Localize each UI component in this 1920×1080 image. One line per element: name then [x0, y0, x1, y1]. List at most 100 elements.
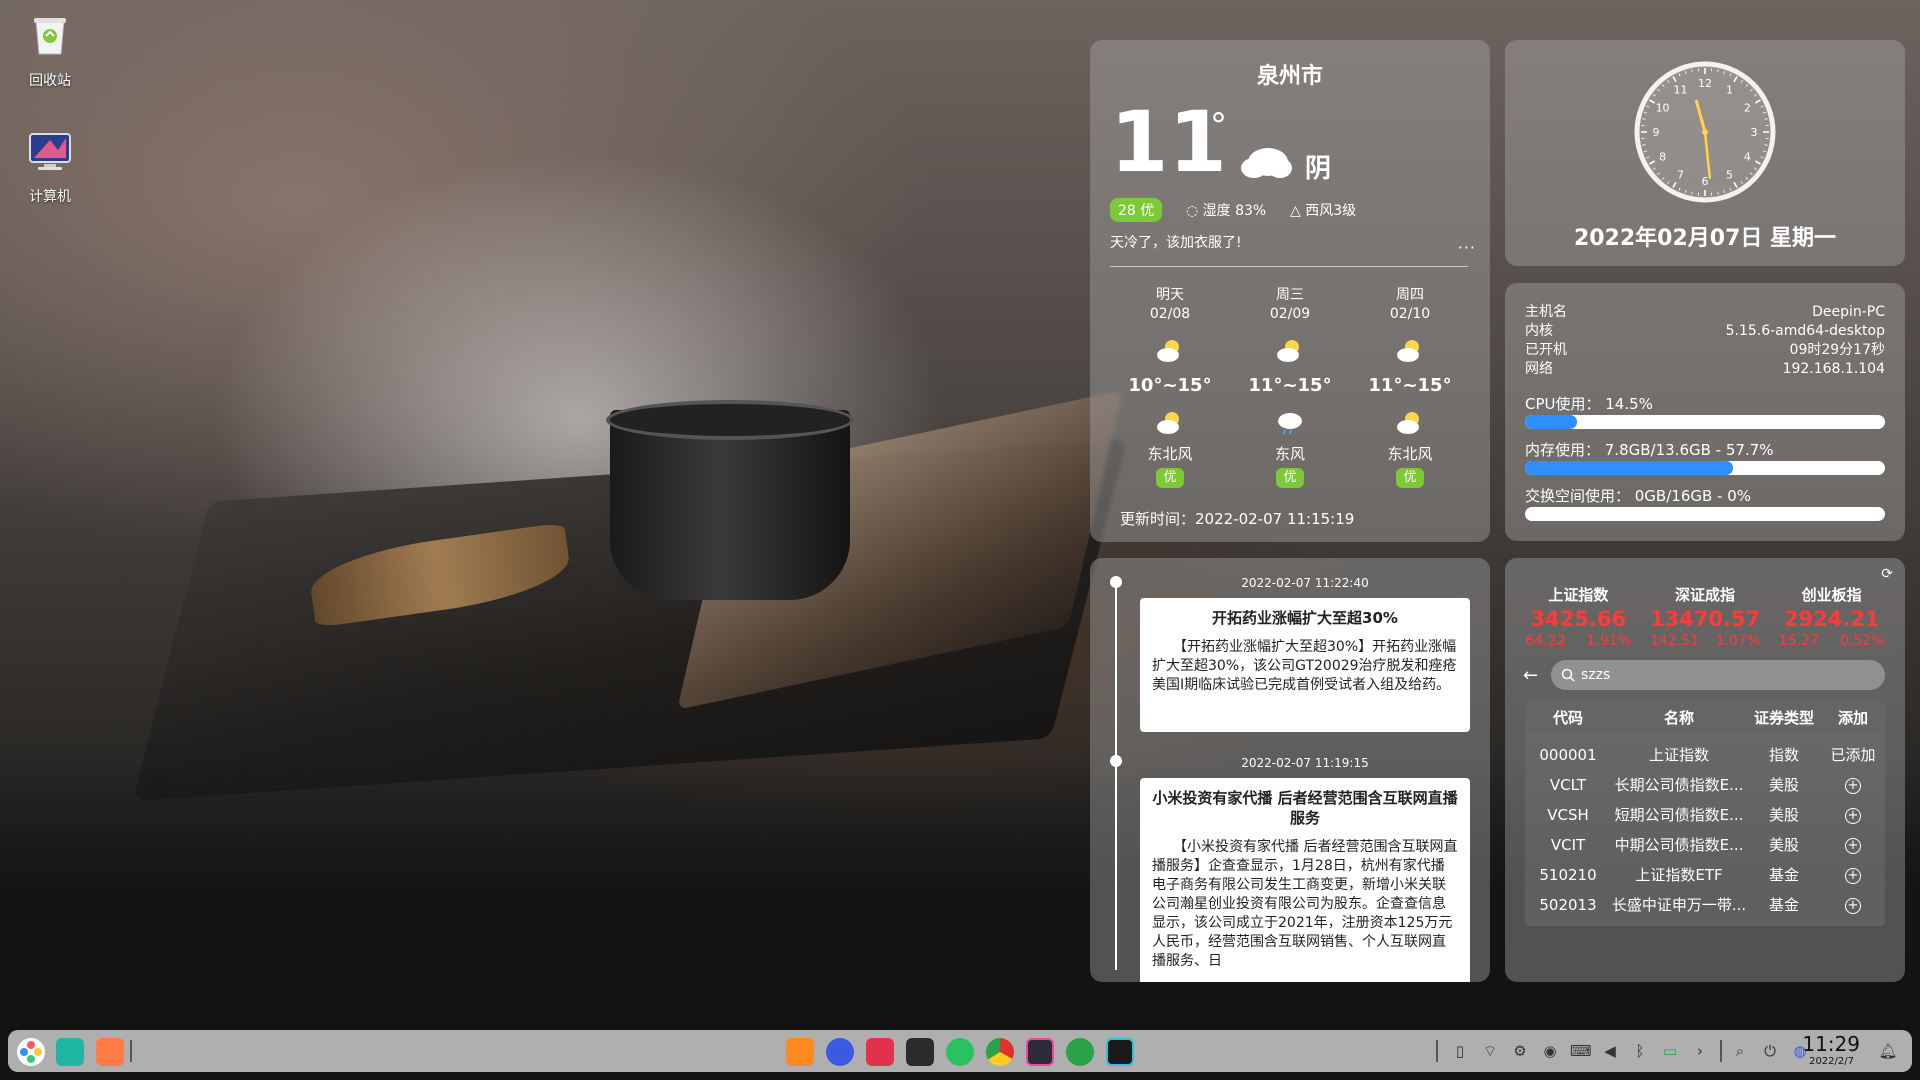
- add-icon[interactable]: +: [1845, 897, 1861, 914]
- news-time: 2022-02-07 11:22:40: [1241, 576, 1369, 590]
- weather-aqi-badge: 28 优: [1110, 198, 1163, 222]
- stock-type: 美股: [1768, 776, 1799, 794]
- weather-update-time: 更新时间：2022-02-07 11:15:19: [1120, 510, 1355, 528]
- stock-index-percent: 1.91%: [1586, 633, 1632, 649]
- vpn-icon[interactable]: ⚙: [1510, 1041, 1530, 1061]
- table-row[interactable]: 502013 长盛中证申万一带... 基金 +: [1525, 890, 1885, 920]
- news-body: 【开拓药业涨幅扩大至超30%】开拓药业涨幅扩大至超30%，该公司GT20029治…: [1152, 639, 1457, 693]
- stock-code: VCLT: [1549, 776, 1587, 794]
- battery-icon[interactable]: ▭: [1660, 1041, 1680, 1061]
- wechat-tray-icon[interactable]: ◉: [1540, 1041, 1560, 1061]
- taskbar-separator: [1720, 1040, 1722, 1062]
- add-icon[interactable]: +: [1845, 837, 1861, 854]
- stock-index[interactable]: 深证成指 13470.57 142.51 1.07%: [1642, 584, 1769, 649]
- weather-more-button[interactable]: ···: [1458, 238, 1476, 257]
- terminal-icon[interactable]: [866, 1038, 894, 1066]
- settings-gear-icon[interactable]: [826, 1038, 854, 1066]
- sysinfo-uptime-row: 已开机 09时29分17秒: [1525, 341, 1885, 359]
- clock-number: 8: [1659, 151, 1666, 164]
- taskbar-separator: [1436, 1040, 1438, 1062]
- table-row[interactable]: VCSH 短期公司债指数E... 美股 +: [1525, 800, 1885, 830]
- intellij-idea-icon[interactable]: [1026, 1038, 1054, 1066]
- sysinfo-network-row: 网络 192.168.1.104: [1525, 360, 1885, 378]
- stock-search-input[interactable]: [1581, 667, 1781, 683]
- desktop-icon-computer[interactable]: 计算机: [0, 130, 100, 206]
- forecast-day-name: 周四: [1396, 287, 1424, 303]
- multitask-view-icon[interactable]: [96, 1038, 124, 1066]
- wifi-icon[interactable]: ⌔: [1480, 1041, 1500, 1061]
- news-card[interactable]: 开拓药业涨幅扩大至超30% 【开拓药业涨幅扩大至超30%】开拓药业涨幅扩大至超3…: [1140, 598, 1470, 732]
- clock-number: 1: [1726, 84, 1733, 97]
- forecast-day-name: 周三: [1276, 287, 1304, 303]
- search-tray-icon[interactable]: ⌕: [1730, 1041, 1750, 1061]
- system-monitor-icon[interactable]: [906, 1038, 934, 1066]
- stock-name: 中期公司债指数E...: [1614, 836, 1744, 854]
- clock-widget: 12 1 2 3 4 5 6 7 8 9 10 11 2022年02月07日 星期一: [1505, 40, 1905, 266]
- launcher-icon[interactable]: [16, 1037, 46, 1067]
- desktop-icon-label: 回收站: [29, 73, 71, 89]
- forecast-day-date: 02/09: [1269, 306, 1311, 322]
- stock-type: 美股: [1768, 836, 1799, 854]
- table-row[interactable]: 510210 上证指数ETF 基金 +: [1525, 860, 1885, 890]
- wind-direction-icon: △: [1290, 203, 1301, 219]
- stock-index-name: 深证成指: [1675, 586, 1736, 604]
- add-icon[interactable]: +: [1845, 867, 1861, 884]
- stock-code: VCIT: [1550, 836, 1586, 854]
- notification-bell-icon[interactable]: 🔔︎: [1878, 1041, 1898, 1061]
- volume-icon[interactable]: ◀: [1600, 1041, 1620, 1061]
- clock-number: 4: [1744, 151, 1751, 164]
- sysinfo-hostname-row: 主机名 Deepin-PC: [1525, 303, 1885, 321]
- refresh-icon[interactable]: ⟳: [1881, 566, 1893, 582]
- partly-sunny-icon: [1157, 412, 1179, 434]
- stock-name: 上证指数: [1648, 746, 1709, 764]
- table-row[interactable]: VCIT 中期公司债指数E... 美股 +: [1525, 830, 1885, 860]
- back-arrow-icon[interactable]: ←: [1523, 665, 1551, 686]
- stock-index-change: 64.22: [1525, 633, 1566, 649]
- column-header-name: 名称: [1663, 709, 1694, 727]
- news-card[interactable]: 小米投资有家代播 后者经营范围含互联网直播服务 【小米投资有家代播 后者经营范围…: [1140, 778, 1470, 982]
- add-icon[interactable]: +: [1845, 807, 1861, 824]
- stock-index[interactable]: 上证指数 3425.66 64.22 1.91%: [1515, 584, 1642, 649]
- taskbar-clock-time[interactable]: 11:29: [1802, 1032, 1860, 1056]
- wechat-icon[interactable]: [946, 1038, 974, 1066]
- stock-type: 指数: [1768, 746, 1799, 764]
- desktop-show-icon[interactable]: ▯: [1450, 1041, 1470, 1061]
- app-store-icon[interactable]: [786, 1038, 814, 1066]
- stock-index-name: 上证指数: [1548, 586, 1609, 604]
- webstorm-icon[interactable]: [1106, 1038, 1134, 1066]
- desktop-icon-trash[interactable]: 回收站: [0, 14, 100, 90]
- stock-code: VCSH: [1547, 806, 1589, 824]
- table-row[interactable]: VCLT 长期公司债指数E... 美股 +: [1525, 770, 1885, 800]
- forecast-day-aqi: 优: [1276, 468, 1304, 488]
- stock-search-box[interactable]: [1551, 660, 1885, 690]
- file-manager-icon[interactable]: [56, 1038, 84, 1066]
- add-icon[interactable]: +: [1845, 777, 1861, 794]
- table-row[interactable]: 000001 上证指数 指数 已添加: [1525, 740, 1885, 770]
- stock-index[interactable]: 创业板指 2924.21 15.27 0.52%: [1768, 584, 1895, 649]
- stock-name: 上证指数ETF: [1635, 866, 1723, 884]
- weather-condition: 阴: [1305, 154, 1332, 184]
- stock-index-change: 15.27: [1778, 633, 1819, 649]
- stock-type: 基金: [1768, 896, 1799, 914]
- computer-icon: [29, 133, 71, 170]
- news-timeline-dot: [1110, 576, 1122, 588]
- stock-type: 美股: [1768, 806, 1799, 824]
- forecast-day: 周四 02/10 11°~15° 东北风 优: [1350, 284, 1470, 488]
- memory-usage-bar: [1525, 461, 1885, 475]
- taskbar-clock-date[interactable]: 2022/2/7: [1809, 1056, 1854, 1067]
- weather-forecast: 明天 02/08 10°~15° 东北风 优 周三 02/09 11°~15° …: [1110, 284, 1470, 488]
- news-body: 【小米投资有家代播 后者经营范围含互联网直播服务】企查查显示，1月28日，杭州有…: [1152, 839, 1458, 969]
- chat-app-icon[interactable]: [1066, 1038, 1094, 1066]
- news-widget: 2022-02-07 11:22:40 开拓药业涨幅扩大至超30% 【开拓药业涨…: [1090, 558, 1490, 982]
- trash-icon: [34, 18, 66, 55]
- bluetooth-icon[interactable]: ᛒ: [1630, 1041, 1650, 1061]
- stock-indices: 上证指数 3425.66 64.22 1.91% 深证成指 13470.57 14…: [1515, 584, 1895, 649]
- chrome-browser-icon[interactable]: [986, 1038, 1014, 1066]
- power-icon[interactable]: ⏻: [1760, 1041, 1780, 1061]
- chevron-right-icon[interactable]: ›: [1690, 1041, 1710, 1061]
- search-icon: [1561, 668, 1575, 682]
- sysinfo-kernel-label: 内核: [1525, 323, 1553, 339]
- weather-wind-value: 西风3级: [1305, 203, 1357, 219]
- forecast-day-wind: 东北风: [1147, 445, 1193, 463]
- keyboard-icon[interactable]: ⌨: [1570, 1041, 1592, 1061]
